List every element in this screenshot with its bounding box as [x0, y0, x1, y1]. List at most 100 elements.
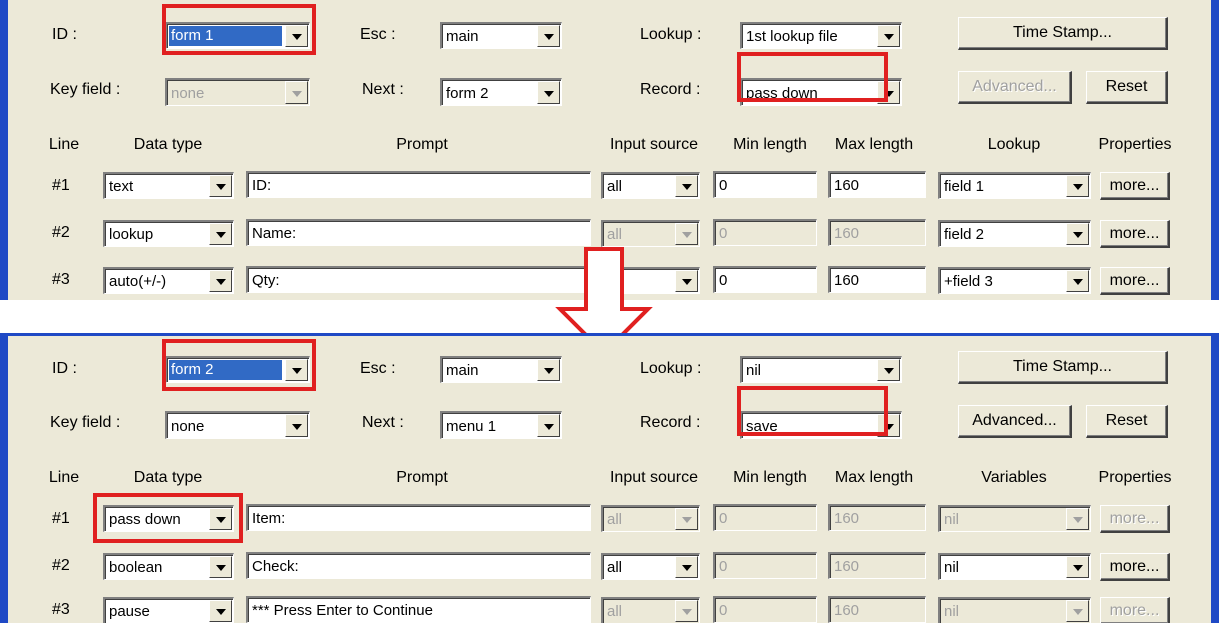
- esc-combo[interactable]: main: [440, 356, 562, 383]
- next-combo[interactable]: menu 1: [440, 411, 562, 439]
- row-1-input-source[interactable]: all: [601, 172, 700, 199]
- row-2-line: #2: [52, 224, 70, 241]
- row-3-data-type[interactable]: auto(+/-): [103, 267, 234, 294]
- row-1-data-type[interactable]: text: [103, 172, 234, 199]
- row-3-prompt-field[interactable]: Qty:: [246, 266, 591, 293]
- row-3-prompt-field[interactable]: *** Press Enter to Continue: [246, 596, 591, 623]
- row-3-input-source[interactable]: all: [601, 597, 700, 623]
- esc-label: Esc :: [360, 26, 396, 43]
- chevron-down-icon[interactable]: [537, 359, 560, 381]
- row-1-lookup[interactable]: field 1: [938, 172, 1091, 199]
- chevron-down-icon[interactable]: [537, 25, 560, 47]
- row-2-max-length[interactable]: 160: [828, 219, 926, 246]
- chevron-down-icon[interactable]: [537, 81, 560, 104]
- row-2-variables[interactable]: nil: [938, 553, 1091, 580]
- lookup-combo[interactable]: nil: [740, 356, 902, 383]
- header-line: Line: [48, 469, 80, 486]
- row-2-more-button[interactable]: more...: [1100, 553, 1170, 581]
- row-1-max-length[interactable]: 160: [828, 504, 926, 531]
- header-properties: Properties: [1098, 136, 1172, 153]
- row-3-max-length[interactable]: 160: [828, 596, 926, 623]
- esc-value: main: [446, 362, 479, 379]
- row-3-min-length[interactable]: 0: [713, 266, 817, 293]
- row-3-max-length[interactable]: 160: [828, 266, 926, 293]
- row-2-max-length[interactable]: 160: [828, 552, 926, 579]
- chevron-down-icon[interactable]: [209, 175, 232, 197]
- row-2-prompt-field[interactable]: Name:: [246, 219, 591, 246]
- chevron-down-icon[interactable]: [877, 359, 900, 381]
- key-field-combo[interactable]: none: [165, 411, 310, 439]
- row-2-min-length[interactable]: 0: [713, 219, 817, 246]
- chevron-down-icon[interactable]: [285, 414, 308, 437]
- chevron-down-icon[interactable]: [675, 600, 698, 622]
- key-field-combo[interactable]: none: [165, 78, 310, 106]
- row-2-data-type-value: lookup: [109, 226, 154, 243]
- time-stamp-button[interactable]: Time Stamp...: [958, 17, 1168, 50]
- row-2-lookup[interactable]: field 2: [938, 220, 1091, 247]
- chevron-down-icon[interactable]: [209, 270, 232, 292]
- highlight-data-type-box: [93, 493, 243, 543]
- row-3-variables[interactable]: nil: [938, 597, 1091, 623]
- row-3-more-button[interactable]: more...: [1100, 597, 1170, 623]
- row-1-max-length[interactable]: 160: [828, 171, 926, 198]
- row-3-data-type-value: pause: [109, 603, 150, 620]
- reset-button[interactable]: Reset: [1086, 71, 1168, 104]
- row-2-input-source[interactable]: all: [601, 553, 700, 580]
- row-2-more-button[interactable]: more...: [1100, 220, 1170, 248]
- chevron-down-icon[interactable]: [209, 556, 232, 578]
- chevron-down-icon[interactable]: [209, 223, 232, 245]
- chevron-down-icon[interactable]: [675, 556, 698, 578]
- next-combo[interactable]: form 2: [440, 78, 562, 106]
- chevron-down-icon[interactable]: [1066, 223, 1089, 245]
- row-2-input-source[interactable]: all: [601, 220, 700, 247]
- time-stamp-button[interactable]: Time Stamp...: [958, 351, 1168, 384]
- header-prompt: Prompt: [396, 469, 448, 486]
- header-data-type: Data type: [133, 136, 203, 153]
- next-label: Next :: [362, 414, 404, 431]
- row-1-prompt-field[interactable]: ID:: [246, 171, 591, 198]
- row-2-prompt-field[interactable]: Check:: [246, 552, 591, 579]
- chevron-down-icon[interactable]: [1066, 270, 1089, 292]
- header-input-source: Input source: [609, 136, 699, 153]
- chevron-down-icon[interactable]: [537, 414, 560, 437]
- row-1-min-value: 0: [719, 177, 728, 194]
- chevron-down-icon[interactable]: [675, 175, 698, 197]
- advanced-button[interactable]: Advanced...: [958, 71, 1072, 104]
- lookup-combo[interactable]: 1st lookup file: [740, 22, 902, 49]
- reset-button[interactable]: Reset: [1086, 405, 1168, 438]
- row-2-data-type[interactable]: lookup: [103, 220, 234, 247]
- row-1-variables[interactable]: nil: [938, 505, 1091, 532]
- row-1-input-source[interactable]: all: [601, 505, 700, 532]
- next-label: Next :: [362, 81, 404, 98]
- header-max-length: Max length: [834, 136, 914, 153]
- row-1-min-length[interactable]: 0: [713, 171, 817, 198]
- row-3-prompt-value: *** Press Enter to Continue: [252, 602, 433, 619]
- chevron-down-icon[interactable]: [877, 25, 900, 47]
- row-1-prompt-value: ID:: [252, 177, 272, 194]
- row-1-min-length[interactable]: 0: [713, 504, 817, 531]
- row-2-min-length[interactable]: 0: [713, 552, 817, 579]
- chevron-down-icon[interactable]: [675, 223, 698, 245]
- chevron-down-icon[interactable]: [1066, 508, 1089, 530]
- esc-combo[interactable]: main: [440, 22, 562, 49]
- advanced-button[interactable]: Advanced...: [958, 405, 1072, 438]
- chevron-down-icon[interactable]: [285, 81, 308, 104]
- window-border-top: [0, 333, 1219, 336]
- row-1-prompt-field[interactable]: Item:: [246, 504, 591, 531]
- row-2-data-type[interactable]: boolean: [103, 553, 234, 580]
- row-1-prompt-value: Item:: [252, 510, 286, 527]
- row-1-more-button[interactable]: more...: [1100, 505, 1170, 533]
- chevron-down-icon[interactable]: [1066, 175, 1089, 197]
- row-3-lookup[interactable]: +field 3: [938, 267, 1091, 294]
- row-3-data-type[interactable]: pause: [103, 597, 234, 623]
- chevron-down-icon[interactable]: [675, 270, 698, 292]
- chevron-down-icon[interactable]: [675, 508, 698, 530]
- row-1-more-button[interactable]: more...: [1100, 172, 1170, 200]
- chevron-down-icon[interactable]: [209, 600, 232, 622]
- chevron-down-icon[interactable]: [1066, 600, 1089, 622]
- row-3-min-length[interactable]: 0: [713, 596, 817, 623]
- row-3-more-button[interactable]: more...: [1100, 267, 1170, 295]
- window-border-left: [0, 333, 8, 623]
- chevron-down-icon[interactable]: [1066, 556, 1089, 578]
- row-1-line: #1: [52, 177, 70, 194]
